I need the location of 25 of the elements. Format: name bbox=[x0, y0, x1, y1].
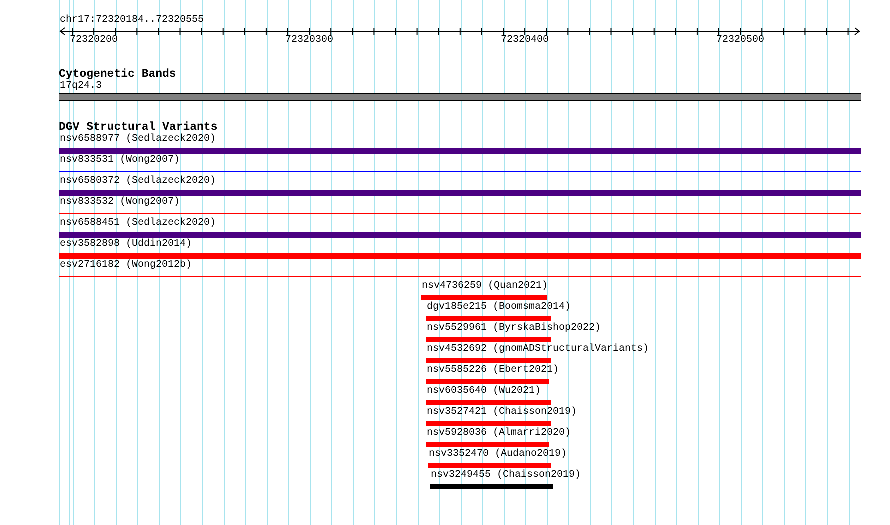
feature-label: nsv833531 (Wong2007) bbox=[59, 155, 180, 167]
feature-label: dgv185e215 (Boomsma2014) bbox=[426, 302, 572, 314]
track-title: DGV Structural Variants bbox=[59, 121, 219, 134]
tick-label: 72320300 bbox=[286, 35, 334, 47]
feature-label: nsv4736259 (Quan2021) bbox=[421, 281, 548, 293]
feature-label: nsv3352470 (Audano2019) bbox=[428, 449, 568, 461]
track-title: Cytogenetic Bands bbox=[59, 68, 178, 81]
feature-label: nsv833532 (Wong2007) bbox=[59, 197, 180, 209]
feature-label: nsv6035640 (Wu2021) bbox=[426, 386, 542, 398]
feature-label: nsv5529961 (ByrskaBishop2022) bbox=[426, 323, 602, 335]
feature-label: nsv6580372 (Sedlazeck2020) bbox=[59, 176, 216, 188]
tick-label: 72320500 bbox=[716, 35, 764, 47]
feature-label: nsv3249455 (Chaisson2019) bbox=[430, 470, 582, 482]
band-label: 17q24.3 bbox=[59, 81, 104, 93]
feature-label: esv3582898 (Uddin2014) bbox=[59, 239, 192, 251]
feature-label: nsv6588977 (Sedlazeck2020) bbox=[59, 134, 216, 146]
feature-label: nsv4532692 (gnomADStructuralVariants) bbox=[426, 344, 650, 356]
feature-label: nsv5928036 (Almarri2020) bbox=[426, 428, 572, 440]
tick-label: 72320200 bbox=[70, 35, 118, 47]
feature-label: nsv6588451 (Sedlazeck2020) bbox=[59, 218, 216, 230]
ruler-title: chr17:72320184..72320555 bbox=[60, 15, 204, 27]
feature-label: esv2716182 (Wong2012b) bbox=[59, 260, 192, 272]
feature-label: nsv5585226 (Ebert2021) bbox=[426, 365, 560, 377]
feature-label: nsv3527421 (Chaisson2019) bbox=[426, 407, 578, 419]
tick-label: 72320400 bbox=[501, 35, 549, 47]
